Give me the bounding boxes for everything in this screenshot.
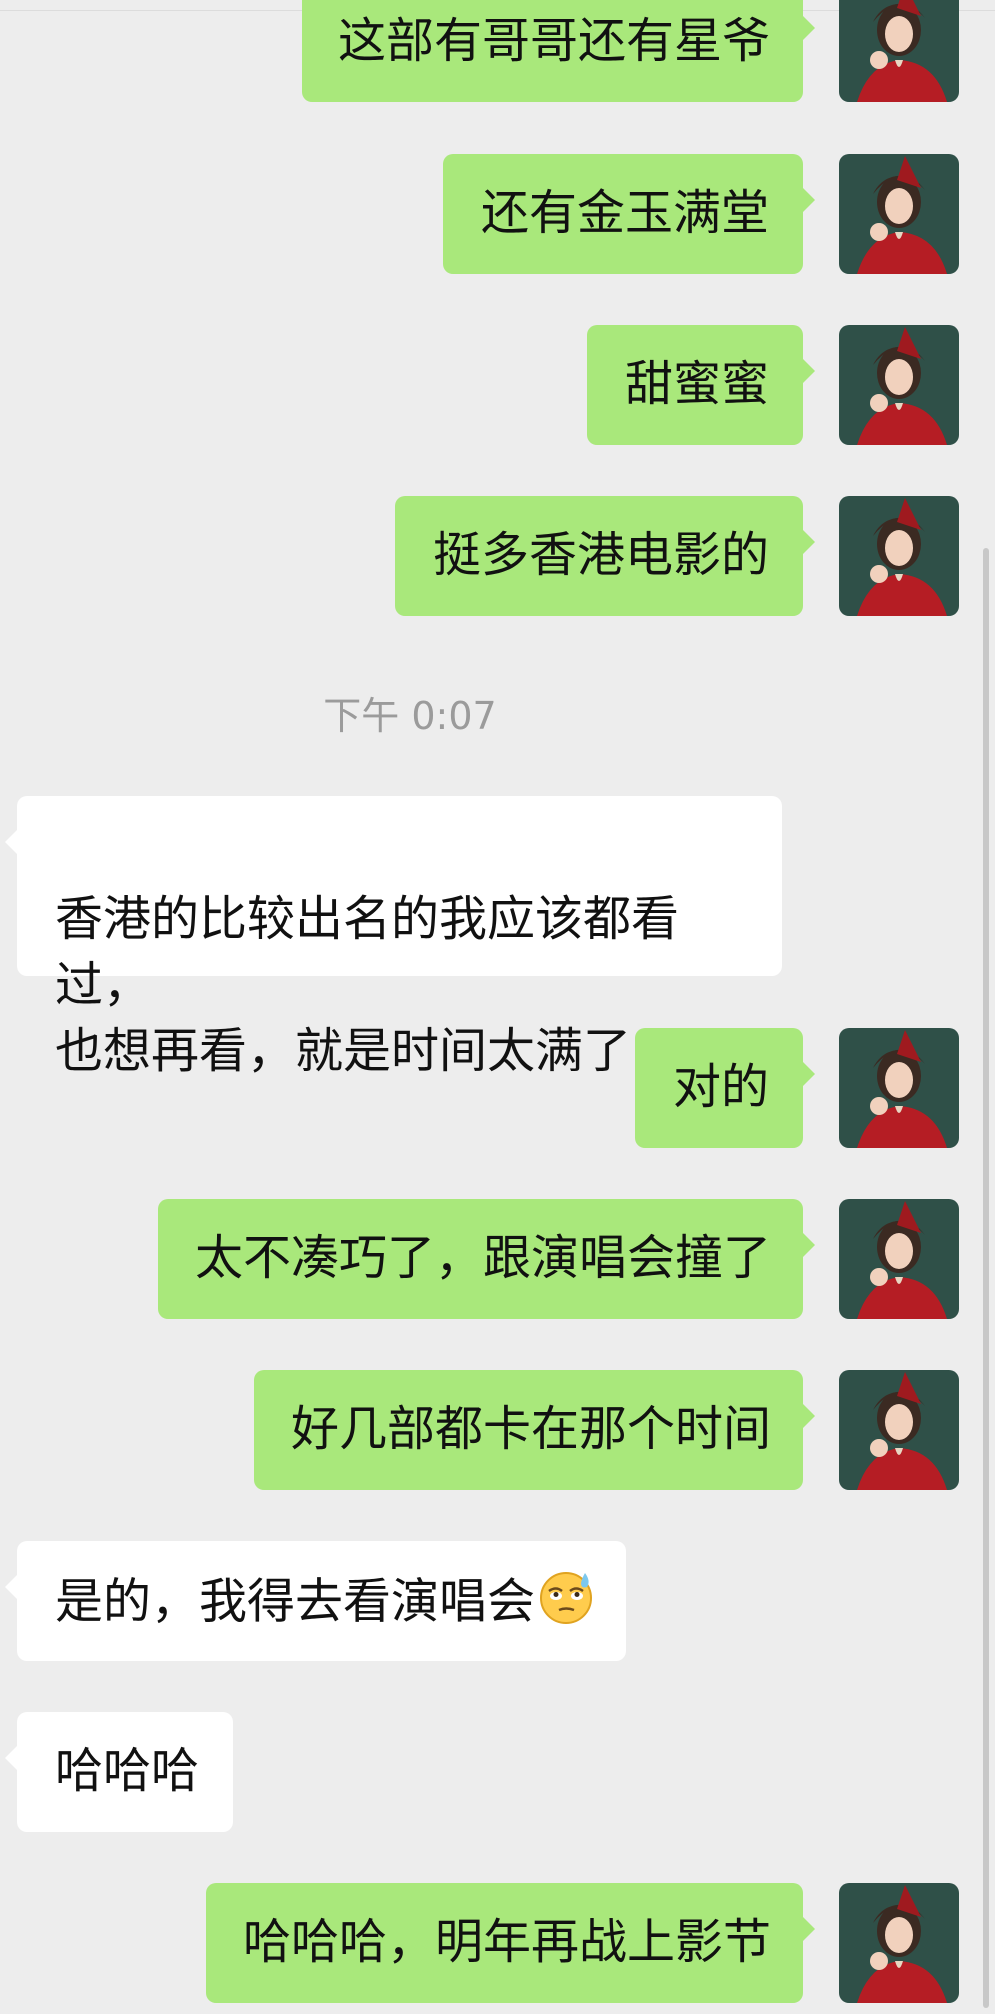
bubble-tail xyxy=(803,16,815,40)
eye-roll-sweat-emoji xyxy=(537,1567,595,1642)
message-bubble-sent[interactable]: 好几部都卡在那个时间 xyxy=(254,1370,815,1490)
message-bubble-sent[interactable]: 挺多香港电影的 xyxy=(395,496,815,616)
message-bubble-sent[interactable]: 甜蜜蜜 xyxy=(587,325,815,445)
bubble-tail xyxy=(803,188,815,212)
avatar[interactable] xyxy=(839,1370,959,1490)
message-text: 对的 xyxy=(673,1059,770,1115)
message-text: 太不凑巧了，跟演唱会撞了 xyxy=(195,1230,772,1286)
message-text: 哈哈哈，明年再战上影节 xyxy=(243,1914,772,1970)
bubble-tail xyxy=(803,1233,815,1257)
message-bubble-received[interactable]: 香港的比较出名的我应该都看过， 也想再看，就是时间太满了 xyxy=(5,796,782,1079)
message-text-line: 是的，我得去看演唱会 xyxy=(55,1567,593,1642)
message-text: 是的，我得去看演唱会 xyxy=(55,1573,536,1630)
message-text: 这部有哥哥还有星爷 xyxy=(338,13,771,69)
avatar[interactable] xyxy=(839,154,959,274)
message-text: 好几部都卡在那个时间 xyxy=(291,1401,772,1457)
bubble-tail xyxy=(5,1575,17,1599)
message-timestamp: 下午 0:07 xyxy=(323,694,497,738)
bubble-tail xyxy=(5,1746,17,1770)
message-bubble-sent[interactable]: 这部有哥哥还有星爷 xyxy=(302,0,815,102)
message-bubble-received[interactable]: 哈哈哈 xyxy=(5,1712,233,1832)
bubble-tail xyxy=(803,1062,815,1086)
bubble-tail xyxy=(803,530,815,554)
message-bubble-received[interactable]: 是的，我得去看演唱会 xyxy=(5,1541,626,1661)
message-text: 哈哈哈 xyxy=(55,1743,200,1799)
scrollbar[interactable] xyxy=(983,548,989,2008)
message-text: 还有金玉满堂 xyxy=(481,185,770,241)
bubble-tail xyxy=(5,830,17,854)
bubble-tail xyxy=(803,359,815,383)
avatar[interactable] xyxy=(839,1199,959,1319)
message-bubble-sent[interactable]: 太不凑巧了，跟演唱会撞了 xyxy=(158,1199,815,1319)
avatar[interactable] xyxy=(839,325,959,445)
chat-window: 这部有哥哥还有星爷 还有金玉满堂 甜蜜蜜 挺多香港电影的 下午 0:07 香港的… xyxy=(0,0,995,2014)
avatar[interactable] xyxy=(839,1883,959,2003)
message-bubble-sent[interactable]: 还有金玉满堂 xyxy=(443,154,815,274)
message-bubble-sent[interactable]: 哈哈哈，明年再战上影节 xyxy=(206,1883,815,2003)
bubble-tail xyxy=(803,1404,815,1428)
avatar[interactable] xyxy=(839,496,959,616)
message-bubble-sent[interactable]: 对的 xyxy=(635,1028,815,1148)
avatar[interactable] xyxy=(839,1028,959,1148)
message-text: 挺多香港电影的 xyxy=(433,527,770,583)
bubble-tail xyxy=(803,1917,815,1941)
avatar[interactable] xyxy=(839,0,959,102)
message-text: 甜蜜蜜 xyxy=(625,356,770,412)
